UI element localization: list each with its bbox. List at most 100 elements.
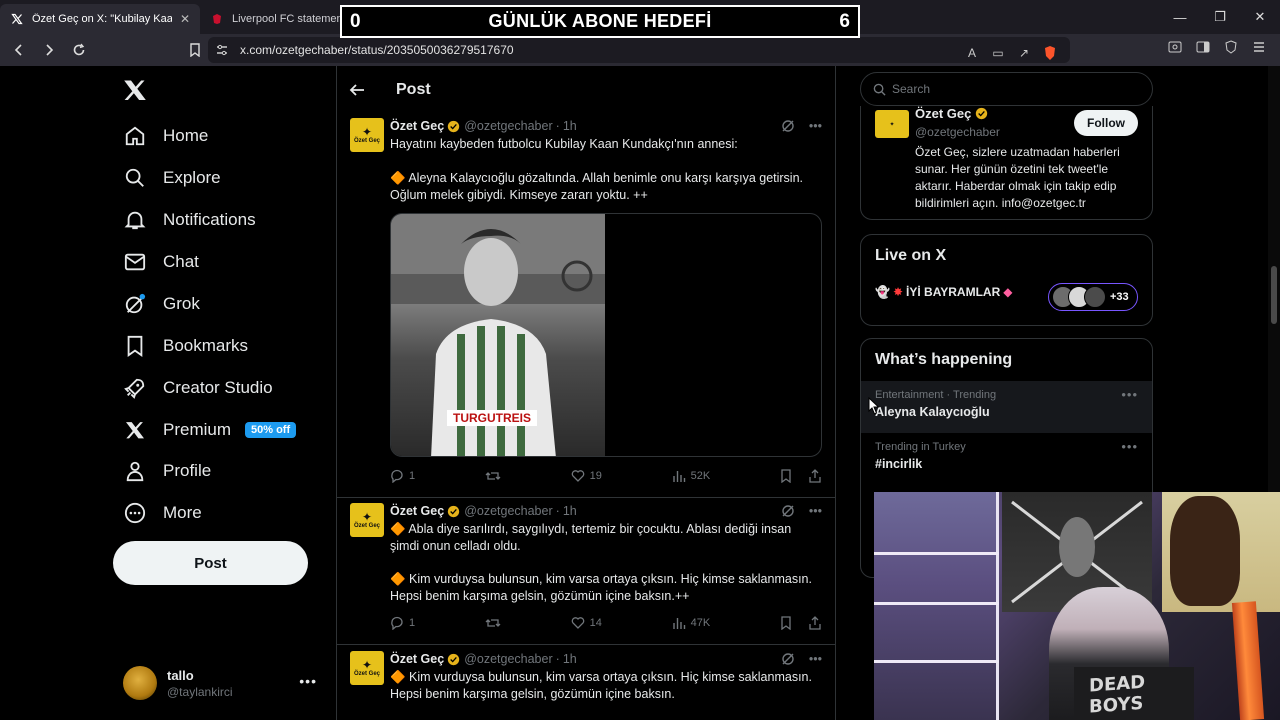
cast-icon[interactable]: ▭ [988,43,1008,63]
tweet-text: 🔶 Kim vurduysa bulunsun, kim varsa ortay… [390,670,816,701]
search-icon [123,166,147,190]
nav-chat[interactable]: Chat [123,242,199,282]
nav-more[interactable]: More [123,493,202,533]
verified-badge-icon [447,653,460,666]
grok-explain-icon[interactable] [781,652,795,666]
more-icon[interactable]: ••• [299,673,317,689]
maximize-icon[interactable]: ❐ [1200,0,1240,34]
more-icon[interactable]: ••• [1121,439,1138,454]
forward-icon[interactable] [36,37,62,63]
live-participants[interactable]: +33 [1048,283,1138,311]
nav-notifications[interactable]: Notifications [123,200,256,240]
nav-premium[interactable]: Premium 50% off [123,410,297,450]
nav-home[interactable]: Home [123,116,208,156]
trend-item[interactable]: Trending in Turkey #incirlik ••• [861,433,1152,485]
avatar [123,666,157,700]
avatar[interactable]: ✦ Özet Geç [350,503,384,537]
tweet-time[interactable]: 1h [563,504,577,518]
tweet[interactable]: ✦ Özet Geç Özet Geç @ozetgechaber · 1h ••… [337,118,835,498]
profile-name-row[interactable]: Özet Geç [915,106,988,121]
menu-icon[interactable] [1252,40,1266,54]
bookmark-icon[interactable] [780,616,792,630]
repost-button[interactable] [485,616,501,630]
share-icon[interactable] [808,469,822,483]
browser-toolbar: x.com/ozetgechaber/status/20350500362795… [0,34,1280,66]
nav-profile[interactable]: Profile [123,451,211,491]
like-button[interactable]: 14 [571,616,602,630]
sidebar-toggle-icon[interactable] [1196,40,1210,54]
webcam-portrait [1162,492,1280,612]
nav-label: Profile [163,461,212,480]
grok-explain-icon[interactable] [781,504,795,518]
avatar[interactable]: ✦ Özet Geç [350,118,384,152]
translate-icon[interactable]: A [962,43,982,63]
repost-button[interactable] [485,469,501,483]
share-icon[interactable]: ↗ [1014,43,1034,63]
address-bar[interactable]: x.com/ozetgechaber/status/20350500362795… [208,37,1070,63]
browser-tab-active[interactable]: Özet Geç on X: "Kubilay Kaan Ku ✕ [0,4,200,34]
avatar[interactable]: ✦ [875,110,909,138]
minimize-icon[interactable]: — [1160,0,1200,34]
goal-target: 6 [839,10,850,32]
more-icon[interactable]: ••• [1121,387,1138,402]
tweet-author-name[interactable]: Özet Geç [390,652,444,666]
tweet-text: 🔶 Aleyna Kalaycıoğlu gözaltında. Allah b… [390,171,807,202]
reply-count: 1 [409,470,416,482]
brave-shield-icon[interactable] [1040,43,1060,63]
profile-handle[interactable]: @ozetgechaber [915,125,1000,139]
tweet-handle[interactable]: @ozetgechaber [464,504,552,518]
site-info-icon[interactable] [216,44,228,56]
bookmark-page-icon[interactable] [182,37,208,63]
tweet[interactable]: ✦ Özet Geç Özet Geç @ozetgechaber · 1h ••… [337,651,835,720]
reload-icon[interactable] [66,37,92,63]
tab-close-icon[interactable]: ✕ [180,12,190,26]
tab-title: Özet Geç on X: "Kubilay Kaan Ku [32,13,172,25]
reply-button[interactable]: 1 [390,469,415,483]
vpn-icon[interactable] [1224,40,1238,54]
share-icon[interactable] [808,616,822,630]
follow-button[interactable]: Follow [1074,110,1138,136]
avatar[interactable]: ✦ Özet Geç [350,651,384,685]
nav-explore[interactable]: Explore [123,158,221,198]
nav-creator-studio[interactable]: Creator Studio [123,368,273,408]
more-icon[interactable]: ••• [809,652,822,666]
player-photo[interactable]: TURGUTREIS [391,214,605,456]
tweet-author-name[interactable]: Özet Geç [390,504,444,518]
address-bar-actions: A ▭ ↗ [962,40,1060,66]
views-count: 52K [690,470,711,482]
views-button[interactable]: 52K [672,469,711,483]
live-broadcast[interactable]: 👻 ✸ İYİ BAYRAMLAR ◆ [875,285,1012,299]
post-button[interactable]: Post [113,541,308,585]
tweet[interactable]: ✦ Özet Geç Özet Geç @ozetgechaber · 1h ••… [337,503,835,645]
trend-meta: Entertainment · Trending [875,389,997,401]
tweet-side-actions [780,469,822,483]
close-window-icon[interactable]: ✕ [1240,0,1280,34]
tweet-time[interactable]: 1h [563,119,577,133]
search-input[interactable]: Search [860,72,1153,106]
like-button[interactable]: 19 [571,469,602,483]
scrollbar-thumb[interactable] [1271,266,1277,324]
webcam-shirt: DEAD BOYS [1074,667,1194,720]
more-icon[interactable]: ••• [809,119,822,133]
reply-count: 1 [409,617,416,629]
reply-button[interactable]: 1 [390,616,415,630]
tweet-handle[interactable]: @ozetgechaber [464,119,552,133]
account-switcher[interactable]: tallo @taylankirci ••• [123,663,335,703]
more-icon[interactable]: ••• [809,504,822,518]
tweet-author-name[interactable]: Özet Geç [390,119,444,133]
tweet-text: 🔶 Kim vurduysa bulunsun, kim varsa ortay… [390,572,816,603]
nav-grok[interactable]: Grok [123,284,200,324]
window-controls: — ❐ ✕ [1160,0,1280,34]
back-arrow-icon[interactable] [349,82,379,98]
back-icon[interactable] [6,37,32,63]
bookmark-icon[interactable] [780,469,792,483]
trend-item[interactable]: Entertainment · Trending Aleyna Kalaycıo… [861,381,1152,433]
x-logo-icon[interactable] [123,78,149,104]
views-button[interactable]: 47K [672,616,710,630]
tweet-handle[interactable]: @ozetgechaber [464,652,552,666]
nav-bookmarks[interactable]: Bookmarks [123,326,248,366]
tweet-time[interactable]: 1h [563,652,577,666]
tweet-media[interactable]: TURGUTREIS [390,213,822,457]
grok-explain-icon[interactable] [781,119,795,133]
screenshot-icon[interactable] [1168,40,1182,54]
